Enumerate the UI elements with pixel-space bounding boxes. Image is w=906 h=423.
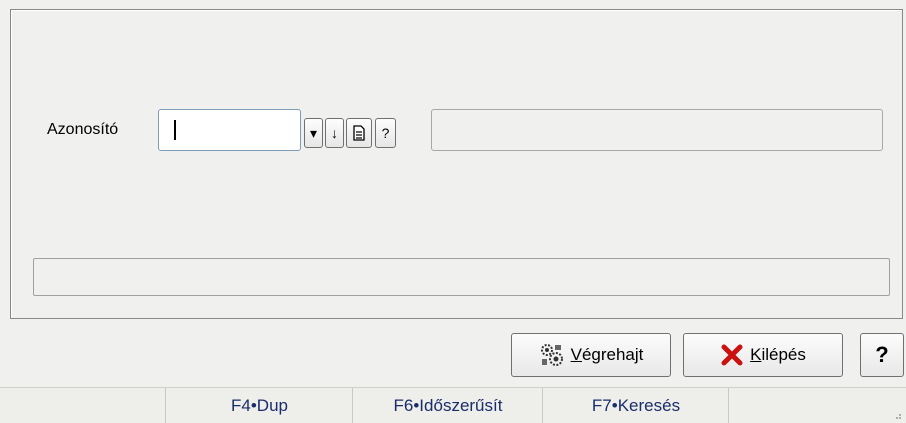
exit-button[interactable]: Kilépés (683, 333, 843, 377)
chevron-down-icon: ▾ (309, 124, 318, 141)
exit-label-rest: ilépés (761, 345, 806, 364)
id-input[interactable] (158, 109, 301, 151)
dropdown-button[interactable]: ▾ (304, 118, 323, 148)
document-icon (353, 125, 365, 141)
execute-label: Végrehajt (571, 345, 644, 365)
document-button[interactable] (346, 118, 372, 148)
arrow-down-icon: ↓ (331, 125, 338, 141)
help-button[interactable]: ? (860, 333, 904, 377)
help-lookup-button[interactable]: ? (375, 118, 396, 148)
statusbar-refresh-label: F6•Időszerűsít (393, 395, 503, 415)
statusbar-item-refresh[interactable]: F6•Időszerűsít (352, 388, 543, 423)
fill-down-button[interactable]: ↓ (325, 118, 344, 148)
exit-label: Kilépés (750, 345, 806, 365)
execute-label-rest: égrehajt (581, 345, 644, 364)
text-caret (174, 120, 176, 140)
message-field (33, 258, 890, 296)
gears-icon (540, 344, 563, 366)
exit-label-mnemonic: K (750, 345, 762, 364)
close-icon (721, 344, 743, 366)
statusbar-item-dup[interactable]: F4•Dup (165, 388, 353, 423)
status-bar: F4•Dup F6•Időszerűsít F7•Keresés (0, 387, 906, 423)
execute-button[interactable]: Végrehajt (511, 333, 671, 377)
statusbar-item-search[interactable]: F7•Keresés (542, 388, 729, 423)
statusbar-search-label: F7•Keresés (591, 395, 681, 415)
id-label: Azonosító (47, 121, 119, 138)
resize-grip-icon[interactable] (892, 410, 902, 420)
statusbar-divider (728, 388, 730, 423)
question-icon: ? (381, 125, 390, 141)
execute-label-mnemonic: V (570, 345, 582, 364)
question-icon: ? (875, 342, 889, 367)
statusbar-dup-label: F4•Dup (231, 395, 288, 415)
id-description-field (431, 109, 883, 151)
